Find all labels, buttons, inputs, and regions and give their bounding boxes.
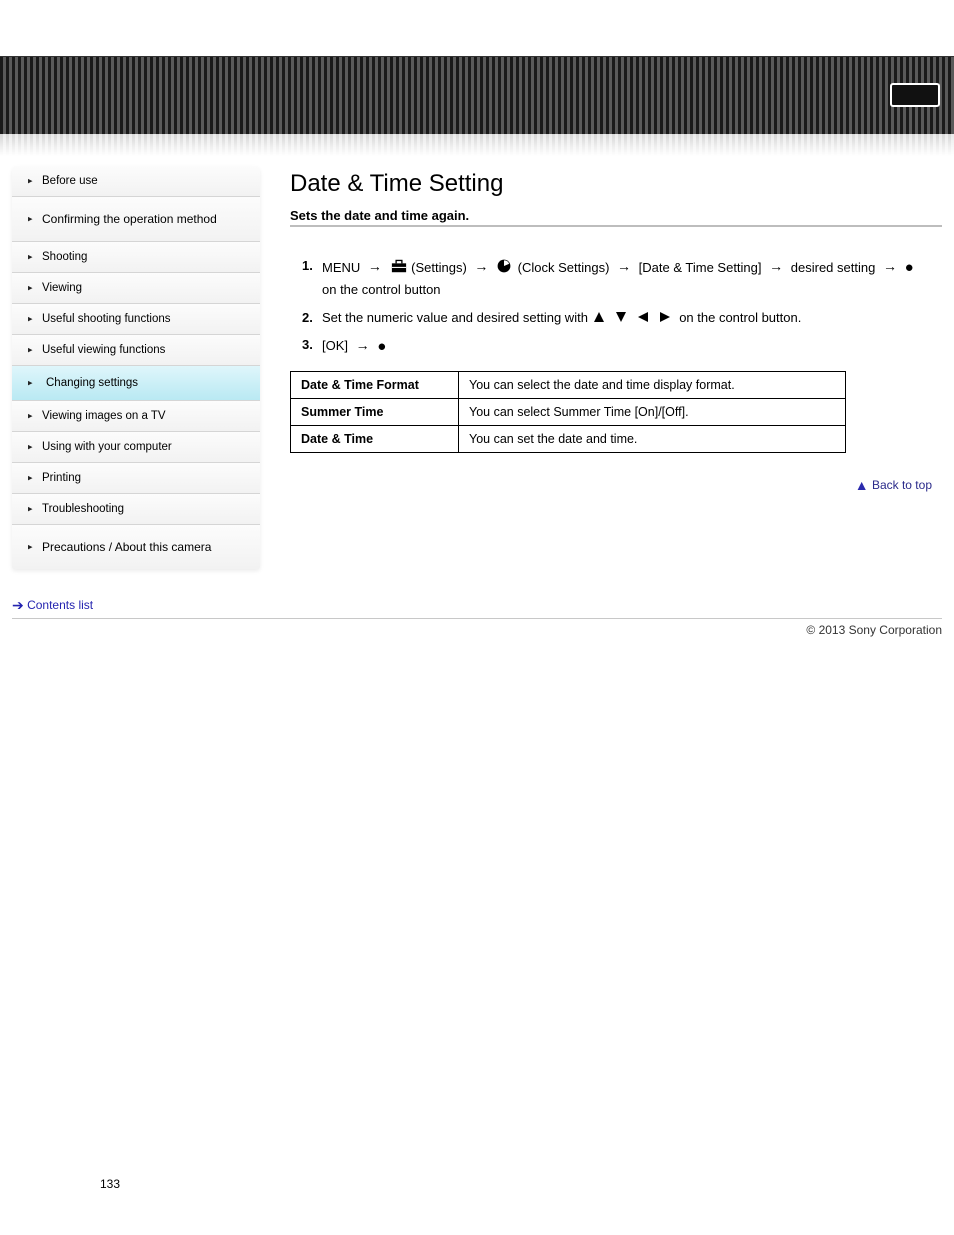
step-number: 3. xyxy=(302,334,322,357)
caret-right-icon: ▸ xyxy=(28,473,33,484)
date-time-setting-label: [Date & Time Setting] xyxy=(639,257,762,278)
sidebar-item-label: Useful shooting functions xyxy=(42,313,171,325)
sidebar-item-label: Before use xyxy=(42,175,98,187)
caret-right-icon: ▸ xyxy=(28,252,33,263)
search-box[interactable] xyxy=(890,83,940,107)
step-number: 1. xyxy=(302,255,322,301)
clock-settings-label: (Clock Settings) xyxy=(518,257,610,278)
sidebar-item-label: Shooting xyxy=(42,251,87,263)
sidebar-item[interactable]: ▸ Viewing images on a TV xyxy=(12,401,260,432)
sidebar-item[interactable]: ▸ Changing settings xyxy=(12,366,260,401)
caret-right-icon: ▸ xyxy=(28,442,33,453)
sidebar-item[interactable]: ▸ Useful shooting functions xyxy=(12,304,260,335)
sidebar-item[interactable]: ▸ Viewing xyxy=(12,273,260,304)
sidebar-item[interactable]: ▸ Before use xyxy=(12,166,260,197)
sidebar-item[interactable]: ▸ Shooting xyxy=(12,242,260,273)
arrow-right-icon: → xyxy=(883,258,897,274)
arrow-right-icon: → xyxy=(474,258,488,274)
sidebar-item-label: Troubleshooting xyxy=(42,503,124,515)
sidebar-nav: ▸ Before use ▸ Confirming the operation met… xyxy=(12,166,260,569)
ok-label: [OK] xyxy=(322,338,348,353)
caret-right-icon: ▸ xyxy=(28,411,33,422)
sidebar-item[interactable]: ▸ Printing xyxy=(12,463,260,494)
contents-list-link[interactable]: ➔ Contents list xyxy=(12,598,93,612)
main-content: Date & Time Setting Sets the date and ti… xyxy=(260,166,942,493)
direction-buttons-icon xyxy=(592,310,680,325)
step-1: 1. MENU → (Settings) → (Clock Settings) … xyxy=(302,255,942,301)
center-button-icon: ● xyxy=(905,259,914,276)
sidebar-item-label: Precautions / About this camera xyxy=(42,540,211,554)
contents-list-label: Contents list xyxy=(27,598,93,612)
arrow-right-icon: → xyxy=(356,337,370,353)
option-name: Date & Time Format xyxy=(291,372,459,399)
caret-right-icon: ▸ xyxy=(28,314,33,325)
option-name: Summer Time xyxy=(291,399,459,426)
center-button-icon: ● xyxy=(377,338,386,355)
sidebar-item-label: Confirming the operation method xyxy=(42,212,217,226)
sidebar-item[interactable]: ▸ Useful viewing functions xyxy=(12,335,260,366)
header-fade xyxy=(0,134,954,156)
step-number: 2. xyxy=(302,307,322,328)
step2-text-a: Set the numeric value and desired settin… xyxy=(322,310,588,325)
option-desc: You can set the date and time. xyxy=(459,426,846,453)
option-desc: You can select the date and time display… xyxy=(459,372,846,399)
sidebar-item-label: Printing xyxy=(42,472,81,484)
page-subtitle: Sets the date and time again. xyxy=(290,208,469,223)
sidebar-item[interactable]: ▸ Using with your computer xyxy=(12,432,260,463)
caret-right-icon: ▸ xyxy=(28,542,33,553)
option-desc: You can select Summer Time [On]/[Off]. xyxy=(459,399,846,426)
sidebar-item[interactable]: ▸ Precautions / About this camera xyxy=(12,525,260,569)
steps-list: 1. MENU → (Settings) → (Clock Settings) … xyxy=(290,255,942,357)
sidebar-item[interactable]: ▸ Troubleshooting xyxy=(12,494,260,525)
sidebar-item-label: Viewing xyxy=(42,282,82,294)
table-row: Date & Time FormatYou can select the dat… xyxy=(291,372,846,399)
triangle-up-icon: ▲ xyxy=(855,477,869,493)
table-row: Date & TimeYou can set the date and time… xyxy=(291,426,846,453)
arrow-right-icon: → xyxy=(617,258,631,274)
settings-label: (Settings) xyxy=(411,257,467,278)
desired-setting-label: desired setting xyxy=(791,257,876,278)
sidebar-item-label: Viewing images on a TV xyxy=(42,410,166,422)
caret-right-icon: ▸ xyxy=(28,176,33,187)
page-footer: ➔ Contents list © 2013 Sony Corporation xyxy=(0,597,954,637)
caret-right-icon: ▸ xyxy=(28,345,33,356)
back-to-top-link[interactable]: ▲ Back to top xyxy=(290,477,942,493)
control-button-label: on the control button xyxy=(322,279,441,300)
caret-right-icon: ▸ xyxy=(28,283,33,294)
sidebar-item-label: Using with your computer xyxy=(42,441,172,453)
clock-icon xyxy=(496,258,514,274)
page-header xyxy=(0,56,954,134)
menu-label: MENU xyxy=(322,257,360,278)
arrow-right-icon: → xyxy=(769,258,783,274)
arrow-right-icon: ➔ xyxy=(12,597,24,613)
footer-divider xyxy=(12,618,942,619)
step-3: 3. [OK] → ● xyxy=(302,334,942,357)
sidebar-item-label: Changing settings xyxy=(46,377,138,389)
step-2: 2. Set the numeric value and desired set… xyxy=(302,307,942,328)
step2-text-b: on the control button. xyxy=(679,310,801,325)
arrow-right-icon: → xyxy=(368,258,382,274)
option-name: Date & Time xyxy=(291,426,459,453)
table-row: Summer TimeYou can select Summer Time [O… xyxy=(291,399,846,426)
back-to-top-label: Back to top xyxy=(872,478,932,492)
sidebar-item[interactable]: ▸ Confirming the operation method xyxy=(12,197,260,242)
copyright: © 2013 Sony Corporation xyxy=(12,623,942,637)
caret-right-icon: ▸ xyxy=(28,214,33,225)
caret-right-icon: ▸ xyxy=(28,378,33,389)
toolbox-icon xyxy=(390,258,408,274)
page-number: 133 xyxy=(0,1177,954,1191)
options-table: Date & Time FormatYou can select the dat… xyxy=(290,371,846,453)
sidebar-item-label: Useful viewing functions xyxy=(42,344,165,356)
page-title: Date & Time Setting xyxy=(290,170,942,198)
caret-right-icon: ▸ xyxy=(28,504,33,515)
